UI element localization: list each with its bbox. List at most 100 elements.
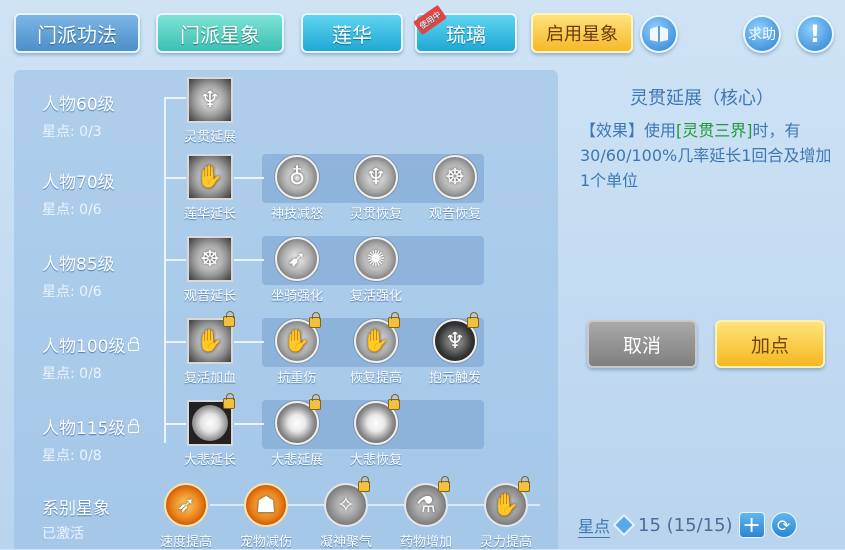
node-label: 灵贯延展 [183, 130, 236, 145]
focus-icon: ✧ [324, 476, 370, 527]
star-points-value: 15 (15/15) [638, 514, 733, 536]
lock-icon [309, 312, 321, 328]
node-label: 速度提高 [159, 535, 212, 550]
lock-icon [388, 394, 400, 410]
series-title: 系别星象 [42, 499, 110, 519]
star-points-bar: 星点 15 (15/15) + ⟳ [578, 512, 797, 538]
node-label: 坐骑强化 [270, 289, 323, 304]
series-status: 已激活 [42, 526, 84, 542]
node-kang-zhongshang[interactable]: ✋ 抗重伤 [257, 312, 337, 386]
meditation-icon: ♆ [354, 155, 398, 199]
bell-icon: ♁ [275, 155, 319, 199]
level-text: 人物85级 [42, 255, 115, 275]
row-label-60: 人物60级 星点: 0/3 [42, 90, 115, 141]
node-guanyin-huifu[interactable]: ☸ 观音恢复 [415, 154, 495, 222]
lock-icon [128, 419, 140, 433]
node-label: 大悲恢复 [349, 453, 402, 468]
speed-icon: ➶ [164, 483, 208, 527]
tab-sect-skill[interactable]: 门派功法 [14, 13, 140, 53]
node-lianhua-yanchang[interactable]: ✋ 莲华延长 [170, 154, 250, 222]
goddess-icon: ☸ [187, 236, 233, 282]
meditation-icon: ♆ [433, 312, 479, 363]
node-baoyuan-chufa[interactable]: ♆ 抱元触发 [415, 312, 495, 386]
node-huifu-tigao[interactable]: ✋ 恢复提高 [336, 312, 416, 386]
orb-icon [187, 393, 235, 446]
row-label-115: 人物115级 星点: 0/8 [42, 414, 140, 465]
skill-name: [灵贯三界] [676, 121, 753, 140]
node-fuhuo-jiaxue[interactable]: ✋ 复活加血 [170, 311, 250, 386]
node-label: 莲华延长 [183, 207, 236, 222]
node-linggui-yanzhan[interactable]: ♆ 灵贯延展 [170, 77, 250, 145]
level-text-value: 人物115级 [42, 419, 126, 439]
desc-text-a: 使用 [644, 121, 677, 140]
node-ningshen-juqi[interactable]: ✧ 凝神聚气 [306, 476, 386, 550]
activate-star-button[interactable]: 启用星象 [531, 13, 633, 53]
cancel-button[interactable]: 取消 [587, 320, 697, 368]
tab-glass-label: 琉璃 [446, 22, 486, 47]
hand-icon: ✋ [354, 312, 400, 363]
node-label: 大悲延展 [270, 453, 323, 468]
tab-glass[interactable]: 使用中 琉璃 [413, 4, 517, 53]
revive-icon: ✺ [354, 237, 398, 281]
star-points-label: 星点 [578, 513, 611, 538]
points-text: 星点: 0/3 [42, 124, 102, 140]
lock-icon [438, 476, 450, 492]
level-text-value: 人物100级 [42, 337, 126, 357]
row-label-70: 人物70级 星点: 0/6 [42, 168, 115, 219]
goddess-icon: ☸ [433, 155, 477, 199]
diamond-icon [612, 513, 636, 537]
node-label: 凝神聚气 [319, 535, 372, 550]
level-text: 人物60级 [42, 95, 115, 115]
node-dabei-yanzhan[interactable]: 大悲延展 [257, 394, 337, 468]
points-text: 星点: 0/8 [42, 448, 102, 464]
node-label: 抱元触发 [428, 371, 481, 386]
spirit-hand-icon: ✋ [484, 476, 530, 527]
node-label: 宠物减伤 [239, 535, 292, 550]
node-chongwu-jianshang[interactable]: ☗ 宠物减伤 [226, 482, 306, 550]
node-label: 复活强化 [349, 289, 402, 304]
pet-shield-icon: ☗ [244, 483, 288, 527]
revive-hand-icon: ✋ [187, 311, 235, 364]
node-label: 观音恢复 [428, 207, 481, 222]
mount-icon: ➹ [275, 237, 319, 281]
hand-icon: ✋ [187, 154, 233, 200]
node-sudu-tigao[interactable]: ➶ 速度提高 [146, 482, 226, 550]
lock-icon [309, 394, 321, 410]
points-text: 星点: 0/6 [42, 284, 102, 300]
level-text: 人物100级 [42, 332, 140, 357]
book-icon[interactable] [640, 15, 678, 53]
node-zuoqi-qianghua[interactable]: ➹ 坐骑强化 [257, 236, 337, 304]
level-text: 人物115级 [42, 414, 140, 439]
node-dabei-huifu[interactable]: 大悲恢复 [336, 394, 416, 468]
row-label-100: 人物100级 星点: 0/8 [42, 332, 140, 383]
node-guanyin-yanchang[interactable]: ☸ 观音延长 [170, 236, 250, 304]
node-lingli-tigao[interactable]: ✋ 灵力提高 [466, 476, 546, 550]
node-linggui-huifu[interactable]: ♆ 灵贯恢复 [336, 154, 416, 222]
lock-icon [223, 393, 235, 409]
points-text: 星点: 0/6 [42, 202, 102, 218]
node-shenji-jiannu[interactable]: ♁ 神技减怒 [257, 154, 337, 222]
add-star-button[interactable]: + [738, 512, 765, 538]
tree-line [164, 97, 166, 443]
node-dabei-yanchang[interactable]: 大悲延长 [170, 393, 250, 468]
orb-icon [354, 394, 400, 445]
lock-icon [388, 312, 400, 328]
in-use-badge: 使用中 [413, 4, 447, 36]
node-yaowu-zengjia[interactable]: ⚗ 药物增加 [386, 476, 466, 550]
lock-icon [518, 476, 530, 492]
row-label-85: 人物85级 星点: 0/6 [42, 250, 115, 301]
alert-icon[interactable]: ! [796, 15, 834, 53]
detail-description: 【效果】使用[灵贯三界]时，有30/60/100%几率延长1回合及增加1个单位 [580, 118, 836, 193]
node-fuhuo-qianghua[interactable]: ✺ 复活强化 [336, 236, 416, 304]
effect-tag: 【效果】 [580, 121, 645, 140]
tab-lotus[interactable]: 莲华 [301, 13, 403, 53]
help-button[interactable]: 求助 [743, 15, 781, 53]
series-label: 系别星象 已激活 [42, 494, 110, 543]
points-text: 星点: 0/8 [42, 366, 102, 382]
node-label: 观音延长 [183, 289, 236, 304]
add-point-button[interactable]: 加点 [715, 320, 825, 368]
lock-icon [467, 312, 479, 328]
tab-sect-star[interactable]: 门派星象 [156, 13, 284, 53]
refresh-icon[interactable]: ⟳ [770, 512, 797, 538]
node-label: 药物增加 [399, 535, 452, 550]
